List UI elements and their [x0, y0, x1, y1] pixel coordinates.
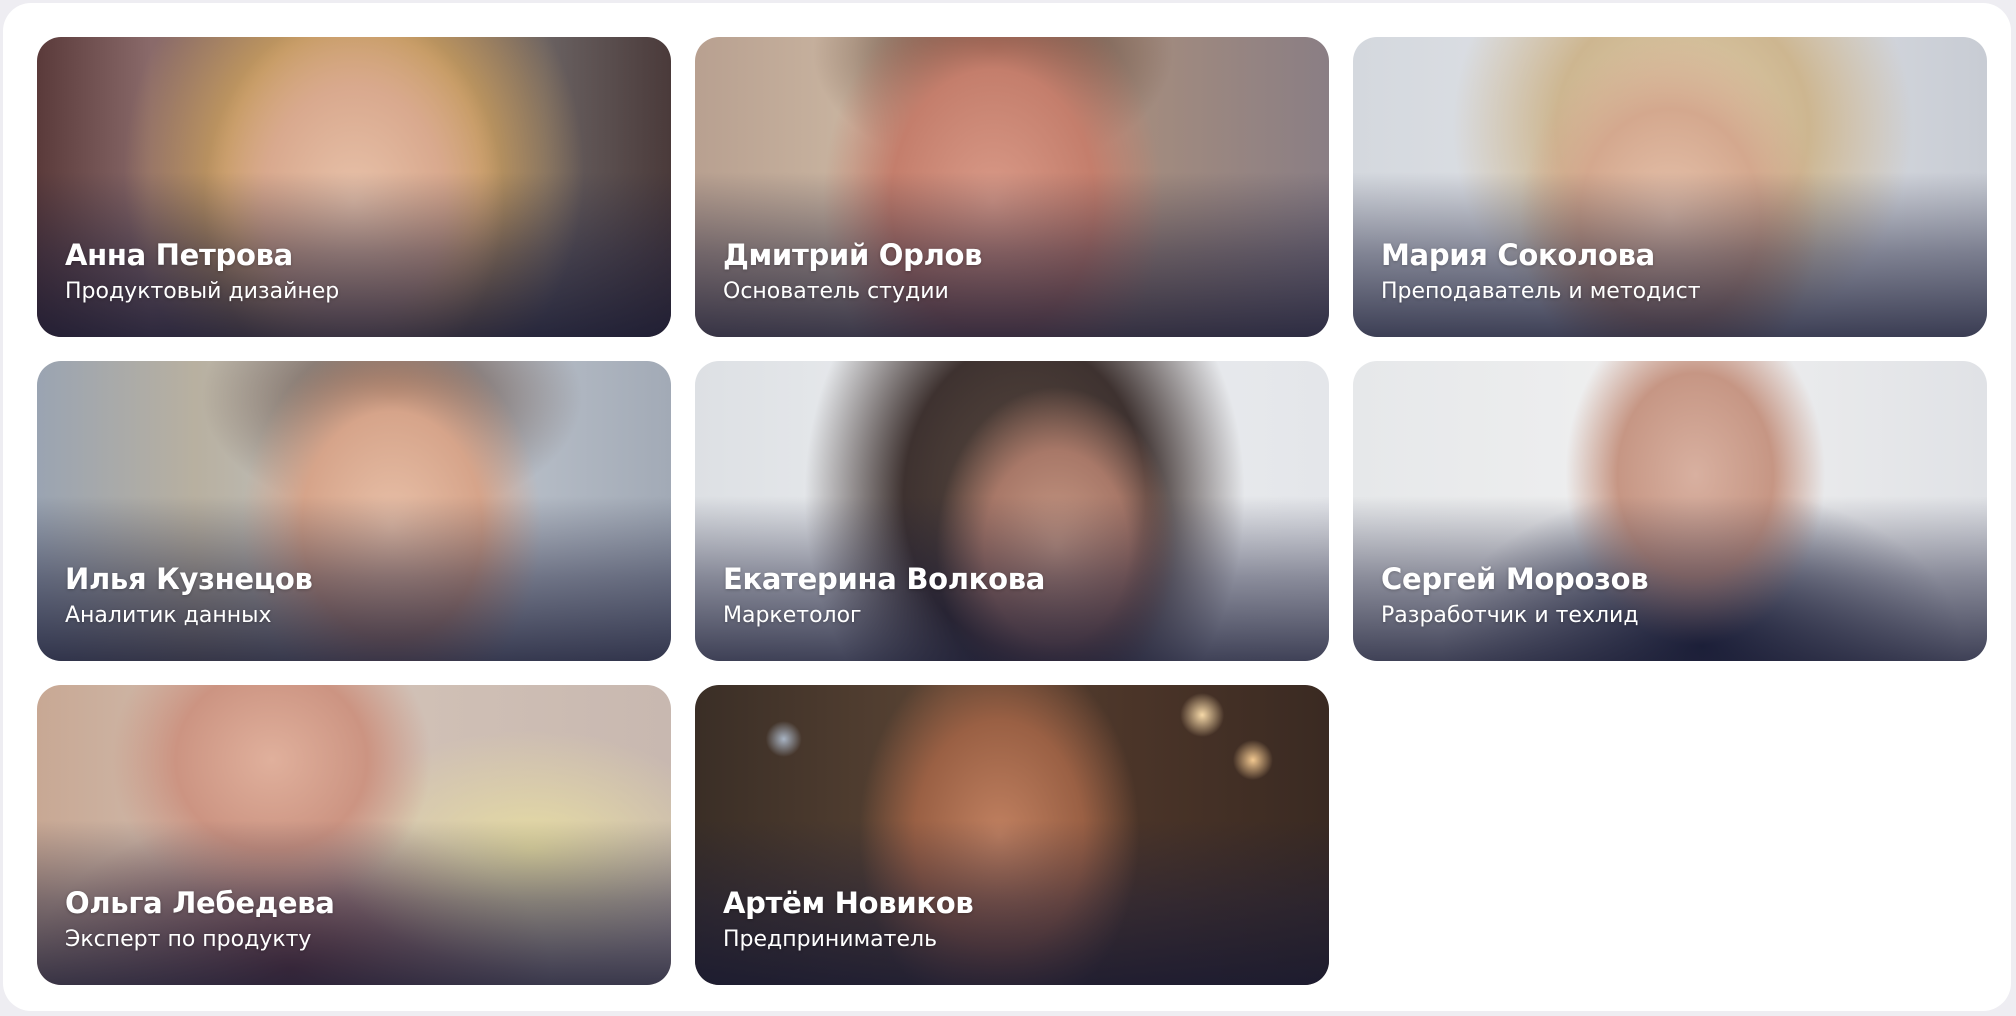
person-caption: Сергей Морозов Разработчик и техлид — [1381, 561, 1649, 631]
person-role: Маркетолог — [723, 603, 862, 628]
person-role: Продуктовый дизайнер — [65, 279, 340, 304]
person-name: Артём Новиков — [723, 886, 974, 920]
person-name: Мария Соколова — [1381, 238, 1655, 272]
person-caption: Дмитрий Орлов Основатель студии — [723, 237, 982, 307]
person-role: Разработчик и техлид — [1381, 603, 1639, 628]
person-role: Аналитик данных — [65, 603, 272, 628]
person-card[interactable]: Илья Кузнецов Аналитик данных — [37, 361, 671, 661]
person-caption: Ольга Лебедева Эксперт по продукту — [65, 885, 335, 955]
person-card[interactable]: Сергей Морозов Разработчик и техлид — [1353, 361, 1987, 661]
person-name: Илья Кузнецов — [65, 562, 313, 596]
person-name: Дмитрий Орлов — [723, 238, 983, 272]
person-name: Сергей Морозов — [1381, 562, 1649, 596]
person-role: Преподаватель и методист — [1381, 279, 1701, 304]
person-caption: Артём Новиков Предприниматель — [723, 885, 974, 955]
person-card[interactable]: Дмитрий Орлов Основатель студии — [695, 37, 1329, 337]
person-role: Основатель студии — [723, 279, 949, 304]
person-card[interactable]: Екатерина Волкова Маркетолог — [695, 361, 1329, 661]
person-card[interactable]: Артём Новиков Предприниматель — [695, 685, 1329, 985]
person-caption: Илья Кузнецов Аналитик данных — [65, 561, 313, 631]
person-caption: Екатерина Волкова Маркетолог — [723, 561, 1045, 631]
person-name: Екатерина Волкова — [723, 562, 1046, 596]
person-name: Анна Петрова — [65, 238, 293, 272]
person-caption: Анна Петрова Продуктовый дизайнер — [65, 237, 339, 307]
team-panel: Анна Петрова Продуктовый дизайнер Дмитри… — [3, 3, 2011, 1011]
person-card[interactable]: Ольга Лебедева Эксперт по продукту — [37, 685, 671, 985]
person-caption: Мария Соколова Преподаватель и методист — [1381, 237, 1701, 307]
person-card[interactable]: Мария Соколова Преподаватель и методист — [1353, 37, 1987, 337]
person-role: Эксперт по продукту — [65, 927, 312, 952]
person-card[interactable]: Анна Петрова Продуктовый дизайнер — [37, 37, 671, 337]
person-role: Предприниматель — [723, 927, 938, 952]
person-name: Ольга Лебедева — [65, 886, 335, 920]
team-grid: Анна Петрова Продуктовый дизайнер Дмитри… — [37, 37, 1987, 985]
